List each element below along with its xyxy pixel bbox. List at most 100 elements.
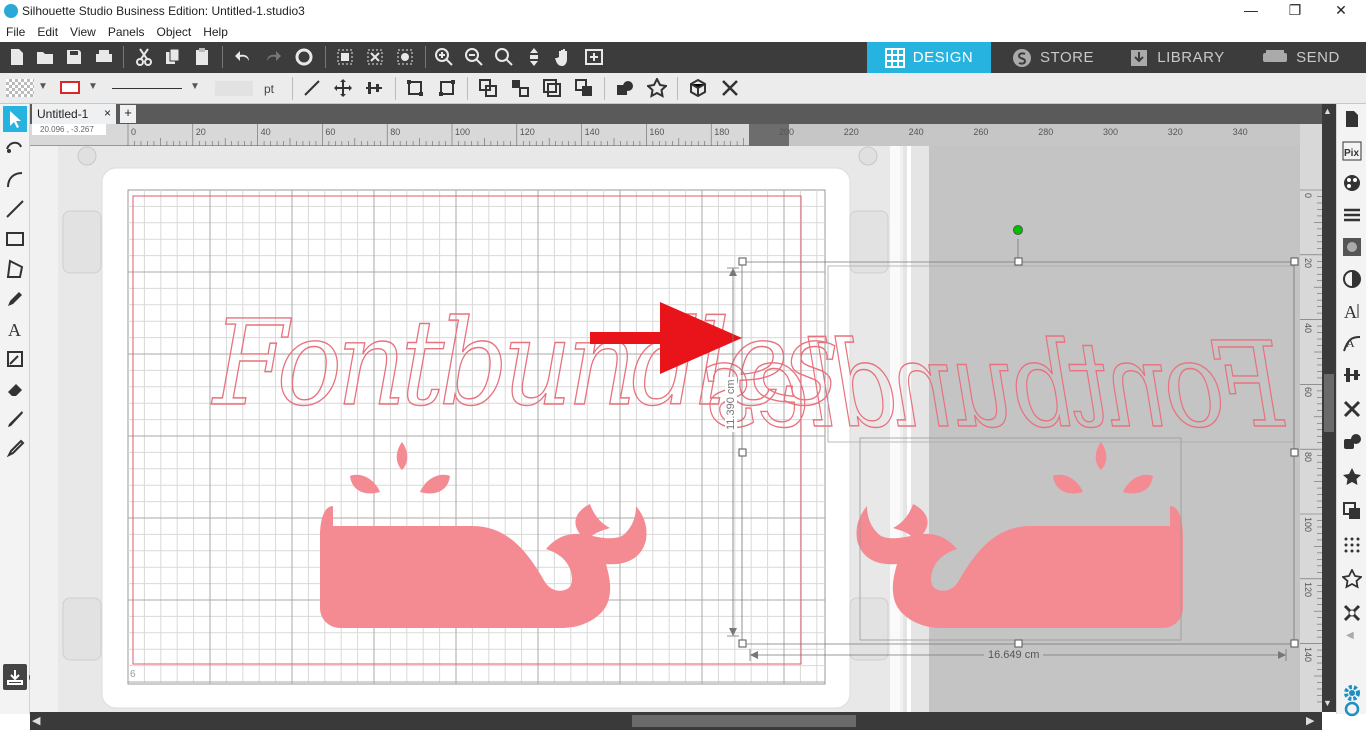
pan-drag-icon[interactable]	[521, 44, 547, 70]
vertical-scrollbar[interactable]: ▲ ▼	[1322, 104, 1336, 712]
release-compound-path-icon[interactable]	[571, 75, 597, 101]
zoom-out-icon[interactable]	[461, 44, 487, 70]
print-icon[interactable]	[91, 44, 117, 70]
pixscan-icon[interactable]: Pix	[1340, 138, 1364, 164]
nesting-panel-icon[interactable]	[1340, 532, 1364, 558]
document-tab[interactable]: Untitled-1 ×	[32, 104, 116, 124]
selection-handle-tm[interactable]	[1014, 257, 1023, 266]
redraw-icon[interactable]	[291, 44, 317, 70]
text-style-panel-icon[interactable]: A	[1340, 298, 1364, 324]
transform-icon[interactable]	[402, 75, 428, 101]
fit-to-page-icon[interactable]	[581, 44, 607, 70]
tab-design[interactable]: DESIGN	[867, 42, 991, 73]
line-tool-icon[interactable]	[299, 75, 325, 101]
knife-tool-icon[interactable]	[3, 406, 27, 432]
cut-icon[interactable]	[131, 44, 157, 70]
point-edit-tool-icon[interactable]	[3, 136, 27, 162]
line-width-input[interactable]	[214, 80, 254, 97]
maximize-button[interactable]: ❐	[1272, 0, 1318, 22]
menu-file[interactable]: File	[0, 22, 31, 39]
transparency-panel-icon[interactable]	[1340, 266, 1364, 292]
menu-help[interactable]: Help	[197, 22, 234, 39]
selection-handle-ml[interactable]	[738, 448, 747, 457]
freehand-pen-icon[interactable]	[3, 286, 27, 312]
horizontal-scrollbar[interactable]: ◀ ▶	[30, 712, 1322, 730]
selection-handle-br[interactable]	[1290, 639, 1299, 648]
weld-icon[interactable]	[612, 75, 638, 101]
draw-shape-tool-icon[interactable]	[3, 346, 27, 372]
line-draw-tool-icon[interactable]	[3, 196, 27, 222]
tab-store[interactable]: STORE	[991, 42, 1115, 73]
modify-panel-icon[interactable]	[1340, 430, 1364, 456]
line-style-dropdown-arrow[interactable]: ▼	[190, 81, 200, 92]
fill-color-panel-icon[interactable]	[1340, 170, 1364, 196]
make-compound-path-icon[interactable]	[539, 75, 565, 101]
line-style-panel-icon[interactable]	[1340, 202, 1364, 228]
select-all-icon[interactable]	[332, 44, 358, 70]
paste-icon[interactable]	[189, 44, 215, 70]
import-panel-icon[interactable]	[3, 664, 27, 690]
move-icon[interactable]	[330, 75, 356, 101]
curve-tool-icon[interactable]	[3, 166, 27, 192]
page-setup-icon[interactable]	[1340, 106, 1364, 132]
undo-icon[interactable]	[230, 44, 256, 70]
selection-handle-mr[interactable]	[1290, 448, 1299, 457]
align-icon[interactable]	[361, 75, 387, 101]
zoom-fit-icon[interactable]	[491, 44, 517, 70]
redo-icon[interactable]	[260, 44, 286, 70]
deselect-icon[interactable]	[362, 44, 388, 70]
menu-view[interactable]: View	[64, 22, 102, 39]
offset-panel-icon[interactable]	[1340, 464, 1364, 490]
line-color-swatch[interactable]	[60, 81, 80, 94]
select-by-color-icon[interactable]	[392, 44, 418, 70]
fill-pattern-panel-icon[interactable]	[1340, 234, 1364, 260]
fill-dropdown-arrow[interactable]: ▼	[38, 81, 48, 92]
delete-icon[interactable]	[717, 75, 743, 101]
zoom-in-icon[interactable]	[431, 44, 457, 70]
add-tab-button[interactable]: +	[120, 105, 136, 123]
menu-object[interactable]: Object	[151, 22, 198, 39]
sync-icon[interactable]	[1340, 701, 1364, 717]
ungroup-icon[interactable]	[507, 75, 533, 101]
rectangle-tool-icon[interactable]	[3, 226, 27, 252]
scroll-down-arrow-icon[interactable]: ▼	[1323, 698, 1332, 708]
scroll-up-arrow-icon[interactable]: ▲	[1323, 106, 1332, 116]
open-folder-icon[interactable]	[32, 44, 58, 70]
close-window-button[interactable]: ✕	[1318, 0, 1364, 22]
transform-panel-icon[interactable]	[1340, 396, 1364, 422]
group-icon[interactable]	[475, 75, 501, 101]
save-icon[interactable]	[61, 44, 87, 70]
hand-pan-icon[interactable]	[551, 44, 577, 70]
close-tab-icon[interactable]: ×	[104, 106, 111, 120]
scroll-right-arrow-icon[interactable]: ▶	[1306, 714, 1314, 727]
new-document-icon[interactable]	[4, 44, 30, 70]
text-tool-icon[interactable]: A	[3, 316, 27, 342]
text-to-path-panel-icon[interactable]: A	[1340, 330, 1364, 356]
menu-panels[interactable]: Panels	[102, 22, 151, 39]
star-offset-icon[interactable]	[644, 75, 670, 101]
selection-handle-bm[interactable]	[1014, 639, 1023, 648]
resize-icon[interactable]	[434, 75, 460, 101]
design-canvas[interactable]: Fontbundles Fontbundles 6 11.390 cm 16.6…	[30, 146, 1300, 712]
eraser-tool-icon[interactable]	[3, 376, 27, 402]
eyedropper-tool-icon[interactable]	[3, 436, 27, 462]
polygon-tool-icon[interactable]	[3, 256, 27, 282]
minimize-button[interactable]: —	[1228, 0, 1274, 22]
fill-color-swatch[interactable]	[6, 79, 34, 97]
collapse-panel-icon[interactable]: ◀	[1346, 630, 1354, 641]
horizontal-scroll-thumb[interactable]	[632, 715, 856, 727]
line-style-preview[interactable]	[112, 88, 182, 89]
rotation-handle[interactable]	[1013, 225, 1023, 235]
tab-library[interactable]: LIBRARY	[1115, 42, 1239, 73]
line-color-dropdown-arrow[interactable]: ▼	[88, 81, 98, 92]
selection-handle-bl[interactable]	[738, 639, 747, 648]
select-tool-icon[interactable]	[3, 106, 27, 132]
replicate-panel-icon[interactable]	[1340, 498, 1364, 524]
align-panel-icon[interactable]	[1340, 362, 1364, 388]
menu-edit[interactable]: Edit	[31, 22, 64, 39]
selection-handle-tr[interactable]	[1290, 257, 1299, 266]
scroll-left-arrow-icon[interactable]: ◀	[32, 714, 40, 727]
copy-icon[interactable]	[160, 44, 186, 70]
trace-panel-icon[interactable]	[1340, 600, 1364, 626]
favorites-star-icon[interactable]	[1340, 566, 1364, 592]
